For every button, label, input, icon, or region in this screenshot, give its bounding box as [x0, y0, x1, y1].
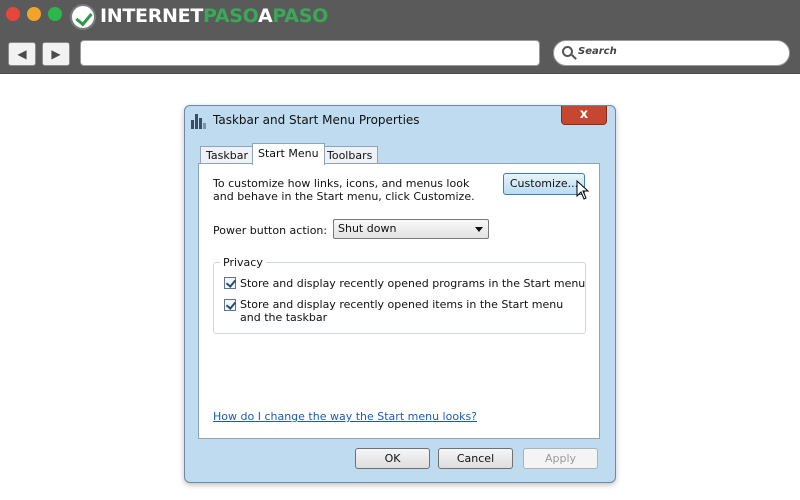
privacy-legend: Privacy: [220, 256, 266, 269]
tab-start-menu[interactable]: Start Menu: [252, 143, 325, 165]
search-input[interactable]: Search: [553, 40, 790, 66]
recent-programs-label[interactable]: Store and display recently opened progra…: [240, 277, 585, 290]
back-button[interactable]: ◀: [8, 42, 36, 66]
maximize-window-icon[interactable]: [48, 7, 62, 21]
mouse-cursor-icon: [576, 179, 590, 200]
power-button-select[interactable]: Shut down: [333, 219, 489, 239]
recent-programs-checkbox[interactable]: [224, 277, 236, 289]
dialog-title: Taskbar and Start Menu Properties: [213, 113, 420, 127]
power-button-value: Shut down: [338, 222, 397, 235]
browser-toolbar: ◀ ▶ Search: [0, 34, 800, 74]
taskbar-start-menu-properties-dialog: Taskbar and Start Menu Properties x Task…: [184, 105, 616, 483]
forward-button[interactable]: ▶: [42, 42, 70, 66]
apply-button[interactable]: Apply: [523, 448, 598, 469]
recent-items-label[interactable]: Store and display recently opened items …: [240, 298, 585, 324]
search-icon: [562, 46, 573, 57]
dropdown-arrow-icon: [475, 227, 483, 232]
close-window-icon[interactable]: [6, 7, 20, 21]
brand-logo-icon: [70, 4, 96, 30]
dialog-close-button[interactable]: x: [561, 106, 607, 125]
address-bar[interactable]: [80, 40, 540, 66]
close-icon: x: [579, 107, 589, 122]
forward-arrow-icon: ▶: [51, 47, 61, 61]
intro-text: To customize how links, icons, and menus…: [213, 177, 475, 203]
taskbar-properties-icon: [191, 114, 207, 129]
power-button-label: Power button action:: [213, 224, 328, 237]
ok-button[interactable]: OK: [355, 448, 430, 469]
customize-button[interactable]: Customize...: [503, 173, 585, 195]
browser-titlebar: INTERNETPASOAPASO: [0, 0, 800, 34]
minimize-window-icon[interactable]: [27, 7, 41, 21]
recent-items-checkbox[interactable]: [224, 299, 236, 311]
back-arrow-icon: ◀: [17, 47, 27, 61]
cancel-button[interactable]: Cancel: [438, 448, 513, 469]
search-placeholder: Search: [578, 46, 617, 57]
help-link[interactable]: How do I change the way the Start menu l…: [213, 410, 477, 423]
brand-wordmark: INTERNETPASOAPASO: [100, 5, 328, 27]
start-menu-tab-panel: To customize how links, icons, and menus…: [198, 163, 600, 439]
